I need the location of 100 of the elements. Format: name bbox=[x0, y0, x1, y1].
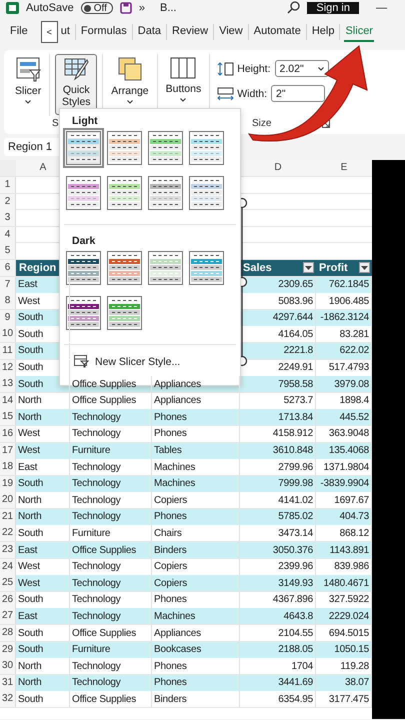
table-cell: Copiers bbox=[154, 561, 188, 572]
table-cell: Office Supplies bbox=[72, 694, 136, 705]
row-number[interactable]: 30 bbox=[0, 658, 16, 674]
table-cell: 135.4068 bbox=[328, 445, 369, 456]
sign-in-button[interactable]: Sign in bbox=[307, 2, 359, 14]
row-number[interactable]: 5 bbox=[0, 243, 16, 260]
scroll-left-button[interactable]: < bbox=[40, 21, 58, 43]
table-cell: Office Supplies bbox=[72, 395, 136, 406]
table-cell: Technology bbox=[72, 462, 121, 473]
table-cell: 1371.9804 bbox=[324, 462, 369, 473]
row-number[interactable]: 4 bbox=[0, 226, 16, 243]
column-heading: Region bbox=[19, 262, 56, 274]
ribbon-tab[interactable]: Data bbox=[136, 22, 162, 42]
group-label: S bbox=[52, 118, 59, 130]
row-number[interactable]: 10 bbox=[0, 326, 16, 342]
table-cell: 404.73 bbox=[340, 511, 369, 522]
row-number[interactable]: 27 bbox=[0, 608, 16, 624]
table-cell: 1906.485 bbox=[328, 296, 369, 307]
table-cell: 3050.376 bbox=[272, 544, 313, 556]
row-number[interactable]: 23 bbox=[0, 542, 16, 558]
ribbon-tab[interactable]: Automate bbox=[252, 22, 302, 42]
table-cell: Binders bbox=[154, 544, 187, 556]
table-cell: Appliances bbox=[154, 628, 201, 639]
table-cell: 3473.14 bbox=[278, 528, 313, 539]
ribbon-tab[interactable]: Slicer bbox=[344, 22, 374, 42]
row-number[interactable]: 6 bbox=[0, 260, 16, 276]
table-cell: 83.281 bbox=[340, 328, 369, 340]
row-number[interactable]: 14 bbox=[0, 392, 16, 409]
table-cell: Technology bbox=[72, 478, 121, 490]
ribbon-tab[interactable]: File bbox=[9, 22, 29, 42]
row-number[interactable]: 24 bbox=[0, 558, 16, 575]
width-field[interactable]: 2" bbox=[271, 85, 325, 102]
row-number[interactable]: 9 bbox=[0, 310, 16, 326]
table-cell: Appliances bbox=[154, 378, 201, 390]
autosave-label: AutoSave bbox=[26, 2, 74, 14]
table-cell: Technology bbox=[72, 677, 121, 688]
table-cell: 3149.93 bbox=[278, 578, 313, 589]
table-cell: South bbox=[18, 345, 44, 356]
table-cell: North bbox=[18, 494, 42, 506]
row-number[interactable]: 18 bbox=[0, 459, 16, 476]
row-number[interactable]: 15 bbox=[0, 409, 16, 426]
table-cell: 3610.848 bbox=[272, 445, 313, 456]
row-number[interactable]: 2 bbox=[0, 194, 16, 210]
row-number[interactable]: 25 bbox=[0, 575, 16, 592]
row-number[interactable]: 12 bbox=[0, 360, 16, 376]
row-number[interactable]: 26 bbox=[0, 592, 16, 608]
row-number[interactable]: 21 bbox=[0, 508, 16, 525]
row-number[interactable]: 29 bbox=[0, 642, 16, 658]
table-cell: 1050.15 bbox=[334, 644, 369, 656]
table-cell: 4164.05 bbox=[278, 328, 313, 340]
column-heading: Profit bbox=[319, 262, 348, 274]
slicer-button[interactable]: Slicer bbox=[12, 54, 44, 106]
ribbon-tab[interactable]: View bbox=[218, 22, 244, 42]
column-header[interactable]: E bbox=[316, 160, 372, 176]
table-cell: South bbox=[18, 328, 44, 340]
row-number[interactable]: 22 bbox=[0, 525, 16, 542]
section-heading: Light bbox=[71, 115, 99, 129]
table-cell: South bbox=[18, 628, 44, 639]
row-number[interactable]: 17 bbox=[0, 442, 16, 458]
minimize-button[interactable]: — bbox=[376, 2, 387, 14]
table-cell: Office Supplies bbox=[72, 378, 136, 390]
row-number[interactable]: 13 bbox=[0, 376, 16, 392]
row-number[interactable]: 11 bbox=[0, 342, 16, 359]
table-cell: 762.1845 bbox=[328, 279, 369, 290]
ribbon-tab[interactable]: Formulas bbox=[80, 22, 128, 42]
table-cell: 4643.8 bbox=[284, 610, 313, 622]
column-header[interactable]: D bbox=[240, 160, 316, 176]
row-number[interactable]: 1 bbox=[0, 177, 16, 193]
ribbon-tab[interactable]: Review bbox=[171, 22, 210, 42]
row-number[interactable]: 20 bbox=[0, 492, 16, 508]
row-number[interactable]: 28 bbox=[0, 625, 16, 642]
row-number[interactable]: 8 bbox=[0, 293, 16, 310]
table-cell: South bbox=[18, 362, 44, 374]
overflow-chevron[interactable]: » bbox=[138, 2, 145, 14]
autosave-toggle[interactable]: Off bbox=[80, 2, 113, 14]
ribbon-tab[interactable]: Help bbox=[310, 22, 336, 42]
table-cell: Copiers bbox=[154, 494, 188, 506]
height-label: Height: bbox=[237, 62, 271, 74]
table-cell: -3839.9904 bbox=[320, 478, 369, 490]
row-number[interactable]: 19 bbox=[0, 476, 16, 492]
table-cell: 4141.02 bbox=[278, 494, 313, 506]
row-number[interactable]: 3 bbox=[0, 210, 16, 226]
table-cell: 4367.896 bbox=[272, 594, 313, 606]
buttons-button[interactable]: Buttons bbox=[162, 54, 204, 104]
table-cell: South bbox=[18, 594, 44, 606]
row-number[interactable]: 32 bbox=[0, 691, 16, 708]
row-number[interactable]: 31 bbox=[0, 674, 16, 691]
ribbon-tab[interactable]: ut bbox=[60, 22, 71, 42]
table-cell: 2799.96 bbox=[278, 462, 313, 473]
table-cell: South bbox=[18, 378, 44, 390]
row-number[interactable]: 16 bbox=[0, 426, 16, 442]
new-slicer-style-item[interactable]: New Slicer Style... bbox=[64, 355, 180, 368]
table-cell: Binders bbox=[154, 694, 187, 705]
table-cell: Machines bbox=[154, 462, 196, 473]
row-number[interactable]: 7 bbox=[0, 276, 16, 293]
arrange-button[interactable]: Arrange bbox=[108, 54, 152, 106]
table-cell: Phones bbox=[154, 412, 187, 423]
quick-styles-button[interactable]: Quick Styles bbox=[55, 54, 98, 115]
table-cell: 3979.08 bbox=[334, 378, 369, 390]
table-cell: Office Supplies bbox=[72, 628, 136, 639]
